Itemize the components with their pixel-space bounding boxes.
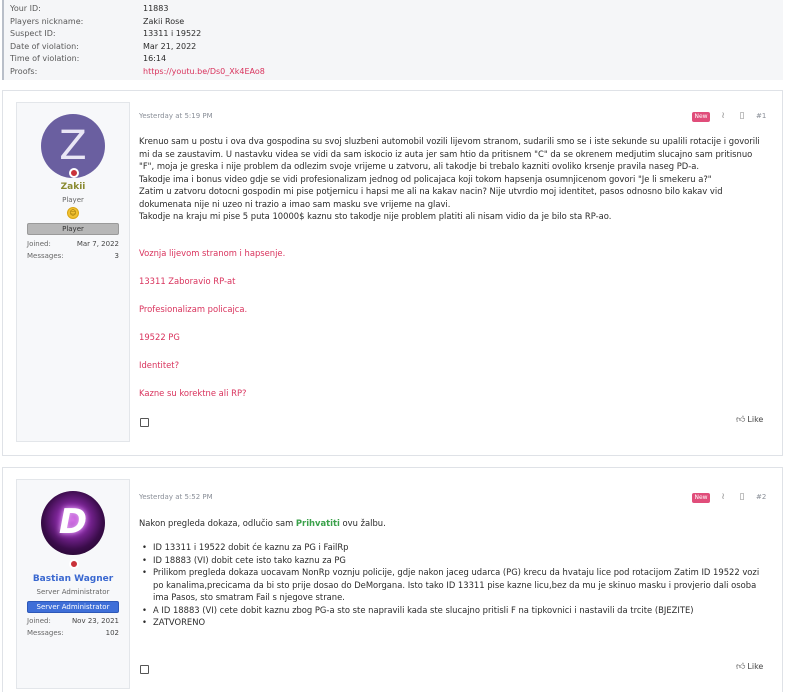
bookmark-icon[interactable]: ▯ [737, 111, 747, 121]
list-item: A ID 18883 (VI) cete dobit kaznu zbog PG… [139, 604, 769, 617]
paragraph: Krenuo sam u postu i ova dva gospodina s… [139, 136, 760, 171]
quoted-application: Your ID: 11883 Players nickname: Zakii Ros… [2, 0, 783, 80]
post-number[interactable]: #2 [756, 493, 766, 501]
paragraph: Zatim u zatvoru dotocni gospodin mi pise… [139, 186, 723, 209]
quote-row-date: Date of violation: Mar 21, 2022 [10, 41, 196, 53]
thumbs-up-icon: 👍︎ [736, 415, 746, 425]
quote-label: Suspect ID: [10, 29, 56, 38]
post-1: Z Zakii Player ☺ Player Joined: Mar 7, 2… [2, 90, 783, 456]
share-icon[interactable]: ≀ [718, 111, 728, 121]
online-status-icon [69, 168, 79, 178]
quote-value: 13311 i 19522 [143, 29, 202, 38]
messages-stat: Messages: 3 [27, 251, 119, 261]
quote-row-time: Time of violation: 16:14 [10, 53, 166, 65]
decision-highlight: Prihvatiti [295, 518, 340, 528]
username[interactable]: Bastian Wagner [17, 574, 129, 584]
video-link[interactable]: 19522 PG [139, 332, 180, 342]
verdict-list: ID 13311 i 19522 dobit će kaznu za PG i … [139, 541, 769, 629]
post-time[interactable]: Yesterday at 5:19 PM [139, 112, 213, 120]
like-button[interactable]: 👍︎ Like [736, 662, 763, 672]
post-time[interactable]: Yesterday at 5:52 PM [139, 493, 213, 501]
video-link[interactable]: Identitet? [139, 360, 179, 370]
quote-label: Proofs: [10, 66, 38, 76]
quote-label: Time of violation: [10, 54, 80, 63]
like-label: Like [747, 662, 764, 671]
logo-icon: D [58, 502, 88, 542]
select-post-checkbox[interactable] [140, 418, 149, 427]
list-item: ID 18883 (VI) dobit cete isto tako kaznu… [139, 554, 769, 567]
quote-value: Zakii Rose [143, 16, 185, 26]
list-item: Prilikom pregleda dokaza uocavam NonRp v… [139, 566, 769, 604]
paragraph: Takodje na kraju mi pise 5 puta 10000$ k… [139, 211, 612, 221]
quote-row-proofs: Proofs: https://youtu.be/Ds0_Xk4EAo8 [10, 66, 265, 78]
role-banner: Player [27, 223, 119, 235]
joined-value: Mar 7, 2022 [76, 240, 119, 248]
quote-value: 11883 [143, 4, 169, 13]
quote-value: 16:14 [143, 54, 167, 63]
quote-label: Date of violation: [10, 41, 79, 51]
quote-row-id: Your ID: 11883 [10, 3, 168, 15]
messages-stat: Messages: 102 [27, 628, 119, 638]
video-link[interactable]: Kazne su korektne ali RP? [139, 388, 246, 398]
intro-text: Nakon pregleda dokaza, odlučio sam [139, 518, 296, 528]
bookmark-icon[interactable]: ▯ [737, 492, 747, 502]
messages-value: 102 [105, 629, 119, 637]
post-number[interactable]: #1 [756, 112, 766, 120]
username[interactable]: Zakii [17, 182, 129, 192]
like-label: Like [747, 415, 764, 424]
intro-text: ovu žalbu. [339, 518, 386, 528]
select-post-checkbox[interactable] [140, 665, 149, 674]
quote-label: Players nickname: [10, 16, 84, 26]
post-body: Krenuo sam u postu i ova dva gospodina s… [139, 135, 769, 223]
quote-row-nickname: Players nickname: Zakii Rose [10, 16, 184, 28]
online-status-icon [69, 559, 79, 569]
messages-label: Messages: [27, 252, 64, 260]
new-badge: New [692, 493, 710, 503]
user-title: Player [62, 196, 84, 204]
role-banner: Server Administrator [27, 601, 119, 613]
user-sidebar: Z Zakii Player ☺ Player Joined: Mar 7, 2… [16, 102, 130, 442]
video-link[interactable]: Voznja lijevom stranom i hapsenje. [139, 248, 285, 258]
joined-value: Nov 23, 2021 [71, 617, 119, 625]
like-button[interactable]: 👍︎ Like [736, 415, 763, 425]
video-link[interactable]: 13311 Zaboravio RP-at [139, 276, 235, 286]
avatar[interactable]: D [41, 491, 105, 555]
paragraph: Takodje ima i bonus video gdje se vidi p… [139, 173, 712, 184]
trophy-icon: ☺ [67, 207, 79, 219]
quote-label: Your ID: [10, 4, 41, 13]
list-item: ZATVORENO [139, 616, 769, 629]
proof-link[interactable]: https://youtu.be/Ds0_Xk4EAo8 [143, 67, 265, 76]
thumbs-up-icon: 👍︎ [736, 662, 746, 672]
share-icon[interactable]: ≀ [718, 492, 728, 502]
list-item: ID 13311 i 19522 dobit će kaznu za PG i … [139, 541, 769, 554]
messages-value: 3 [114, 252, 119, 260]
post-intro: Nakon pregleda dokaza, odlučio sam Prihv… [139, 517, 769, 530]
messages-label: Messages: [27, 629, 64, 637]
user-sidebar: D Bastian Wagner Server Administrator Se… [16, 479, 130, 689]
user-title: Server Administrator [36, 588, 110, 596]
joined-label: Joined: [27, 240, 51, 248]
joined-stat: Joined: Nov 23, 2021 [27, 616, 119, 626]
quote-value: Mar 21, 2022 [143, 41, 197, 51]
new-badge: New [692, 112, 710, 122]
joined-stat: Joined: Mar 7, 2022 [27, 239, 119, 249]
quote-row-suspect: Suspect ID: 13311 i 19522 [10, 28, 201, 40]
joined-label: Joined: [27, 617, 51, 625]
video-link[interactable]: Profesionalizam policajca. [139, 304, 247, 314]
post-2: D Bastian Wagner Server Administrator Se… [2, 467, 783, 692]
